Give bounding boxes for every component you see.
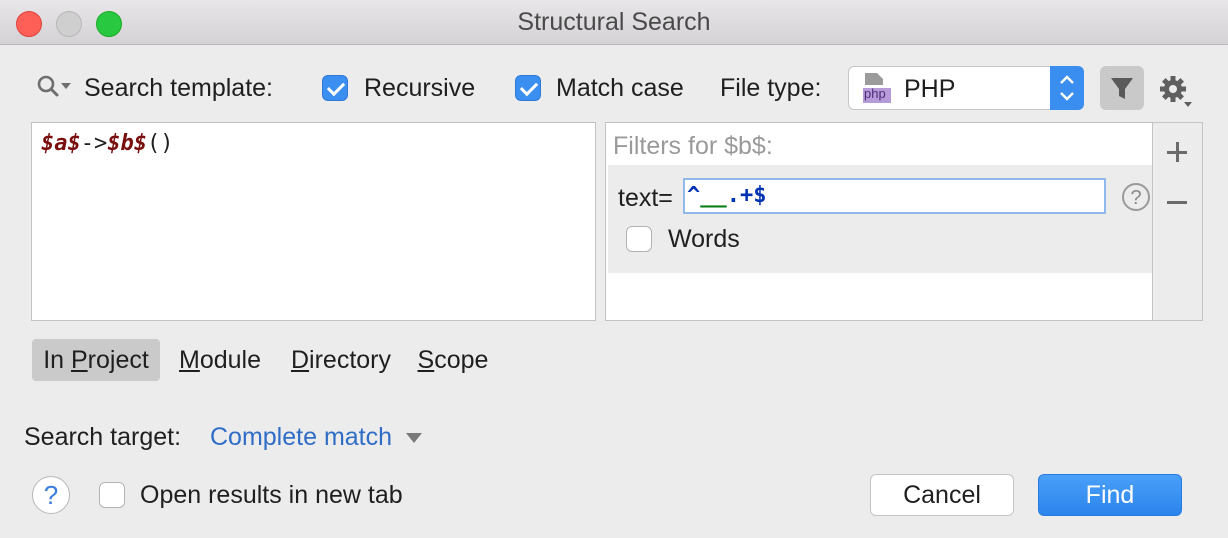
cancel-button[interactable]: Cancel <box>870 474 1014 516</box>
regex-token: __ <box>700 183 727 208</box>
find-button[interactable]: Find <box>1038 474 1182 516</box>
words-checkbox[interactable] <box>626 226 652 252</box>
filters-header: Filters for $b$: <box>613 132 773 160</box>
text-filter-label: text= <box>618 184 673 212</box>
chevron-down-icon <box>405 433 422 444</box>
scope-tab-mnemonic: S <box>417 346 435 374</box>
open-new-tab-checkbox[interactable] <box>99 482 125 508</box>
search-target-label: Search target: <box>24 423 182 451</box>
scope-tab-mnemonic: P <box>70 346 88 374</box>
match-case-checkbox[interactable] <box>515 75 541 101</box>
scope-tab-directory[interactable]: Directory <box>280 339 402 381</box>
php-file-icon: php <box>863 71 891 105</box>
scope-tab-rest: cope <box>434 346 489 374</box>
match-case-label[interactable]: Match case <box>556 74 684 103</box>
scope-tab-rest: roject <box>87 346 149 374</box>
scope-tab-project[interactable]: In Project <box>32 339 160 381</box>
search-target-dropdown[interactable]: Complete match <box>210 423 423 452</box>
scope-tab-rest: odule <box>199 346 261 374</box>
regex-token: ^ <box>687 183 701 208</box>
help-button[interactable]: ? <box>32 476 70 514</box>
template-text: () <box>147 131 174 156</box>
scope-tab-prefix: In <box>43 346 71 374</box>
help-icon[interactable]: ? <box>1122 183 1150 211</box>
file-type-label: File type: <box>720 74 822 102</box>
open-new-tab-label[interactable]: Open results in new tab <box>140 481 403 510</box>
filter-toggle-button[interactable] <box>1100 66 1144 110</box>
scope-tab-mnemonic: D <box>290 346 310 374</box>
recursive-checkbox[interactable] <box>322 75 348 101</box>
chevron-up-down-icon[interactable] <box>1050 66 1084 110</box>
regex-token: .+ <box>726 183 754 208</box>
filters-sidebar <box>1153 122 1203 321</box>
search-history-icon[interactable] <box>36 74 76 104</box>
text-filter-input[interactable]: ^__.+$ <box>683 178 1106 214</box>
recursive-label[interactable]: Recursive <box>364 74 475 103</box>
template-variable: $b$ <box>107 131 147 156</box>
remove-filter-minus-icon[interactable] <box>1164 189 1190 215</box>
regex-token: $ <box>753 183 767 208</box>
template-variable: $a$ <box>41 131 81 156</box>
file-type-select[interactable]: php PHP <box>848 66 1084 110</box>
scope-tab-module[interactable]: Module <box>170 339 270 381</box>
words-label[interactable]: Words <box>668 225 740 254</box>
filter-icon <box>1111 78 1133 99</box>
template-editor[interactable]: $a$->$b$() <box>31 122 596 321</box>
title-bar: Structural Search <box>0 0 1228 45</box>
scope-tab-scope[interactable]: Scope <box>412 339 494 381</box>
scope-tab-mnemonic: M <box>179 346 200 374</box>
window-title: Structural Search <box>517 8 711 36</box>
search-template-label: Search template: <box>84 74 273 102</box>
settings-gear-icon[interactable] <box>1158 74 1194 110</box>
add-filter-plus-icon[interactable] <box>1164 139 1190 165</box>
file-type-value: PHP <box>904 75 956 103</box>
template-text: -> <box>80 131 108 156</box>
search-target-value: Complete match <box>210 423 393 451</box>
filters-panel: Filters for $b$: <box>605 122 1153 321</box>
template-code-line: $a$->$b$() <box>41 131 174 156</box>
scope-tab-rest: irectory <box>309 346 392 374</box>
